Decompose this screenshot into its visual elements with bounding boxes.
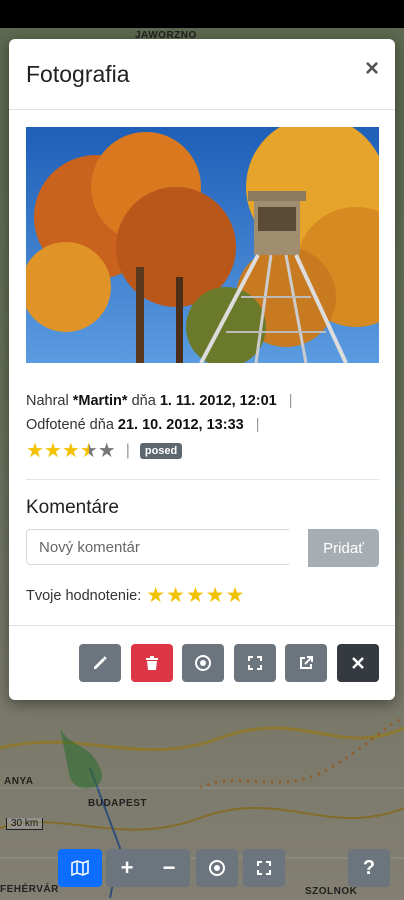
pencil-icon — [94, 656, 107, 669]
fullscreen-icon — [248, 656, 262, 670]
status-bar — [0, 0, 404, 28]
comments-heading: Komentáre — [26, 497, 119, 518]
divider — [26, 479, 379, 480]
add-comment-button[interactable]: Pridať — [308, 529, 379, 567]
photo[interactable] — [26, 127, 379, 363]
trash-icon — [146, 656, 158, 670]
fullscreen-icon — [257, 861, 271, 875]
separator: | — [288, 393, 293, 409]
your-rating-label: Tvoje hodnotenie: — [26, 588, 142, 604]
tag-badge[interactable]: posed — [139, 443, 183, 459]
rate-star-icon[interactable]: ★ — [206, 585, 225, 606]
star-icon: ★ — [43, 440, 62, 462]
close-icon[interactable]: × — [365, 57, 379, 81]
uploaded-on: dňa — [131, 393, 156, 409]
star-icon: ★ — [26, 440, 44, 462]
photo-rating: ★ ★ ★ ★ ★ | posed — [26, 440, 183, 462]
external-link-icon — [300, 656, 313, 669]
modal-title: Fotografia — [26, 61, 130, 87]
close-modal-button[interactable] — [337, 644, 379, 682]
fullscreen-button[interactable] — [234, 644, 276, 682]
rate-star-icon[interactable]: ★ — [226, 585, 245, 606]
target-icon — [195, 655, 211, 671]
comment-input[interactable] — [26, 529, 289, 565]
uploaded-date: 1. 11. 2012, 12:01 — [159, 393, 277, 409]
star-icon: ★ — [61, 440, 80, 462]
your-rating: Tvoje hodnotenie: ★ ★ ★ ★ ★ — [26, 585, 245, 606]
zoom-in-icon[interactable]: + — [121, 855, 134, 881]
zoom-controls: + − — [106, 849, 190, 887]
photo-meta: Nahral *Martin* dňa 1. 11. 2012, 12:01 |… — [26, 389, 381, 437]
rate-star-icon[interactable]: ★ — [166, 585, 185, 606]
locate-button[interactable] — [182, 644, 224, 682]
help-button[interactable]: ? — [348, 849, 390, 887]
taken-info: Odfotené dňa 21. 10. 2012, 13:33 | — [26, 413, 381, 437]
rate-star-icon[interactable]: ★ — [146, 585, 165, 606]
map-icon — [71, 860, 89, 876]
modal-header: Fotografia × — [9, 39, 395, 110]
uploader-name[interactable]: *Martin* — [73, 393, 128, 409]
open-external-button[interactable] — [285, 644, 327, 682]
separator: | — [255, 417, 260, 433]
map-fullscreen-button[interactable] — [243, 849, 285, 887]
locate-me-button[interactable] — [196, 849, 238, 887]
separator: | — [125, 442, 130, 459]
half-star-icon: ★ — [79, 440, 98, 462]
uploaded-prefix: Nahral — [26, 393, 69, 409]
locate-icon — [209, 860, 225, 876]
upload-info: Nahral *Martin* dňa 1. 11. 2012, 12:01 | — [26, 389, 381, 413]
rate-star-icon[interactable]: ★ — [186, 585, 205, 606]
map-layers-button[interactable] — [58, 849, 102, 887]
taken-date: 21. 10. 2012, 13:33 — [117, 417, 244, 433]
photo-modal: Fotografia × Nahral *Martin* dňa 1. 11. … — [9, 39, 395, 700]
close-icon — [352, 657, 364, 669]
star-icon: ★ — [97, 440, 116, 462]
photo-image — [26, 127, 379, 363]
edit-button[interactable] — [79, 644, 121, 682]
modal-footer — [9, 625, 395, 700]
delete-button[interactable] — [131, 644, 173, 682]
taken-prefix: Odfotené dňa — [26, 417, 114, 433]
zoom-out-icon[interactable]: − — [163, 855, 176, 881]
